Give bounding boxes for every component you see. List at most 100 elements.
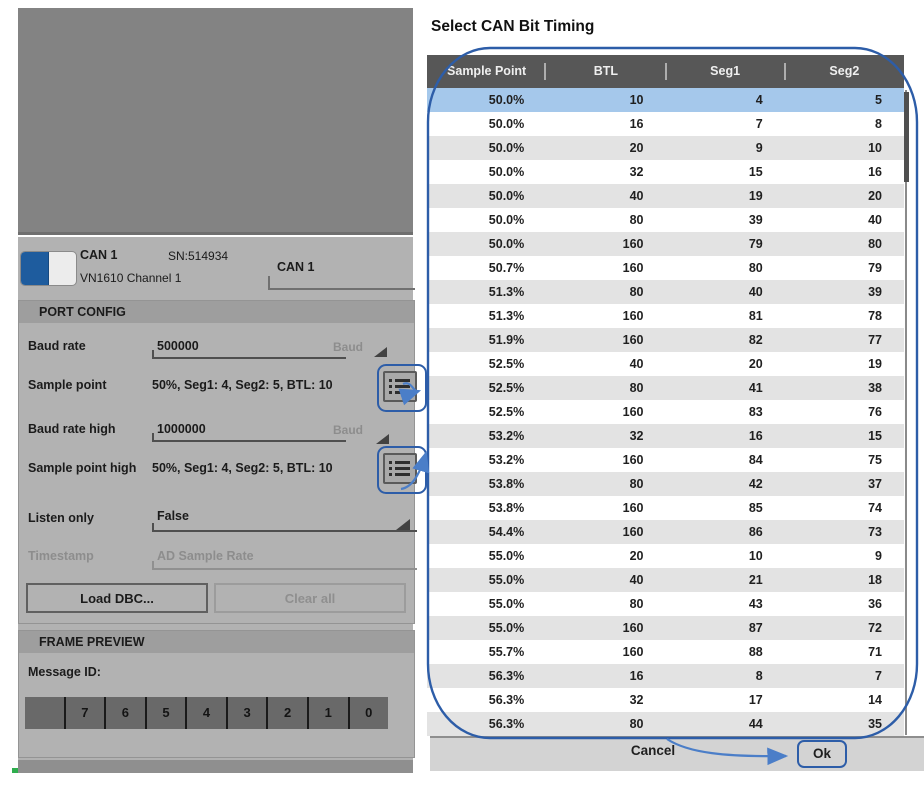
timing-cell: 43 <box>666 592 785 616</box>
timing-table-row[interactable]: 50.0%1607980 <box>427 232 904 256</box>
load-dbc-button[interactable]: Load DBC... <box>26 583 208 613</box>
timing-table-row[interactable]: 53.2%321615 <box>427 424 904 448</box>
scrollbar-track[interactable] <box>905 90 907 735</box>
timing-cell: 5 <box>785 88 904 112</box>
timing-cell: 50.0% <box>427 88 546 112</box>
timing-cell: 160 <box>546 256 665 280</box>
baud-dropdown-triangle-icon[interactable] <box>374 347 387 357</box>
baud-rate-label: Baud rate <box>28 339 86 353</box>
list-icon <box>389 391 415 394</box>
baud-unit-label: Baud <box>333 340 363 354</box>
frame-preview-title: FRAME PREVIEW <box>19 631 414 653</box>
message-id-bit-cell[interactable]: 2 <box>266 697 307 729</box>
timing-cell: 32 <box>546 160 665 184</box>
timing-cell: 15 <box>785 424 904 448</box>
timing-cell: 80 <box>546 712 665 736</box>
timing-cell: 39 <box>666 208 785 232</box>
timing-column-header[interactable]: Sample Point <box>427 55 546 88</box>
listen-only-underline <box>152 523 417 532</box>
scrollbar-thumb[interactable] <box>904 92 909 182</box>
port-config-title: PORT CONFIG <box>19 301 414 323</box>
timing-table-row[interactable]: 53.2%1608475 <box>427 448 904 472</box>
timing-table-row[interactable]: 51.3%1608178 <box>427 304 904 328</box>
baud-high-dropdown-triangle-icon[interactable] <box>376 434 389 444</box>
timing-table-row[interactable]: 55.0%20109 <box>427 544 904 568</box>
list-icon <box>389 379 415 382</box>
timing-cell: 86 <box>666 520 785 544</box>
tab-can1[interactable]: CAN 1 <box>277 260 315 274</box>
timing-cell: 38 <box>785 376 904 400</box>
timing-table-header: Sample PointBTLSeg1Seg2 <box>427 55 904 88</box>
timing-cell: 88 <box>666 640 785 664</box>
baud-high-unit-label: Baud <box>333 423 363 437</box>
timing-table-row[interactable]: 55.7%1608871 <box>427 640 904 664</box>
timing-table-row[interactable]: 55.0%1608772 <box>427 616 904 640</box>
timing-column-header[interactable]: Seg2 <box>785 55 904 88</box>
timing-table-row[interactable]: 50.0%401920 <box>427 184 904 208</box>
timing-table-row[interactable]: 56.3%1687 <box>427 664 904 688</box>
timing-table-row[interactable]: 50.7%1608079 <box>427 256 904 280</box>
timing-table-row[interactable]: 50.0%803940 <box>427 208 904 232</box>
timing-cell: 10 <box>546 88 665 112</box>
timing-cell: 17 <box>666 688 785 712</box>
timing-column-header[interactable]: BTL <box>546 55 665 88</box>
timing-table-row[interactable]: 51.9%1608277 <box>427 328 904 352</box>
timing-cell: 160 <box>546 232 665 256</box>
baud-rate-high-label: Baud rate high <box>28 422 116 436</box>
timing-cell: 80 <box>546 208 665 232</box>
timing-cell: 4 <box>666 88 785 112</box>
sample-point-high-label: Sample point high <box>28 461 136 475</box>
timing-table-row[interactable]: 50.0%1678 <box>427 112 904 136</box>
timing-table-row[interactable]: 55.0%402118 <box>427 568 904 592</box>
timing-table-row[interactable]: 53.8%1608574 <box>427 496 904 520</box>
message-id-bit-cell[interactable]: 6 <box>104 697 145 729</box>
timing-table-row[interactable]: 52.5%402019 <box>427 352 904 376</box>
message-id-bit-cell[interactable]: 5 <box>145 697 186 729</box>
clear-all-button[interactable]: Clear all <box>214 583 406 613</box>
timing-table-row[interactable]: 56.3%321714 <box>427 688 904 712</box>
message-id-bit-cell[interactable]: 0 <box>348 697 389 729</box>
sample-point-high-list-button[interactable] <box>383 453 417 484</box>
message-id-bit-cell[interactable]: 4 <box>185 697 226 729</box>
timing-column-header[interactable]: Seg1 <box>666 55 785 88</box>
sample-point-list-button[interactable] <box>383 371 417 402</box>
timing-cell: 53.2% <box>427 448 546 472</box>
timing-cell: 55.0% <box>427 616 546 640</box>
timing-table-row[interactable]: 53.8%804237 <box>427 472 904 496</box>
timing-cell: 8 <box>666 664 785 688</box>
timing-table-row[interactable]: 50.0%321516 <box>427 160 904 184</box>
timing-table[interactable]: Sample PointBTLSeg1Seg2 50.0%104550.0%16… <box>427 55 904 736</box>
message-id-bit-cell[interactable]: 3 <box>226 697 267 729</box>
timing-cell: 80 <box>666 256 785 280</box>
message-id-bit-cell[interactable]: 7 <box>64 697 105 729</box>
timing-cell: 87 <box>666 616 785 640</box>
cancel-button[interactable]: Cancel <box>603 743 703 758</box>
list-icon <box>389 385 415 388</box>
listen-only-select[interactable]: False <box>157 509 189 523</box>
listen-only-dropdown-triangle-icon[interactable] <box>396 519 410 530</box>
list-icon <box>389 461 415 464</box>
timing-cell: 50.0% <box>427 112 546 136</box>
timing-table-row[interactable]: 55.0%804336 <box>427 592 904 616</box>
timing-table-row[interactable]: 54.4%1608673 <box>427 520 904 544</box>
timing-table-row[interactable]: 52.5%804138 <box>427 376 904 400</box>
timing-cell: 80 <box>546 280 665 304</box>
timing-table-row[interactable]: 50.0%20910 <box>427 136 904 160</box>
list-icon <box>389 473 415 476</box>
timing-cell: 56.3% <box>427 664 546 688</box>
timing-cell: 53.8% <box>427 496 546 520</box>
ok-button[interactable]: Ok <box>797 740 847 768</box>
channel-device: VN1610 Channel 1 <box>80 271 181 285</box>
timing-table-row[interactable]: 51.3%804039 <box>427 280 904 304</box>
message-id-bit-cell[interactable] <box>25 697 64 729</box>
timing-cell: 32 <box>546 424 665 448</box>
channel-enable-toggle[interactable] <box>20 251 77 286</box>
timing-table-row[interactable]: 52.5%1608376 <box>427 400 904 424</box>
timing-table-row[interactable]: 50.0%1045 <box>427 88 904 112</box>
message-id-bit-cell[interactable]: 1 <box>307 697 348 729</box>
timing-cell: 15 <box>666 160 785 184</box>
timestamp-underline <box>152 561 417 570</box>
timing-cell: 71 <box>785 640 904 664</box>
timing-cell: 54.4% <box>427 520 546 544</box>
timing-table-row[interactable]: 56.3%804435 <box>427 712 904 736</box>
